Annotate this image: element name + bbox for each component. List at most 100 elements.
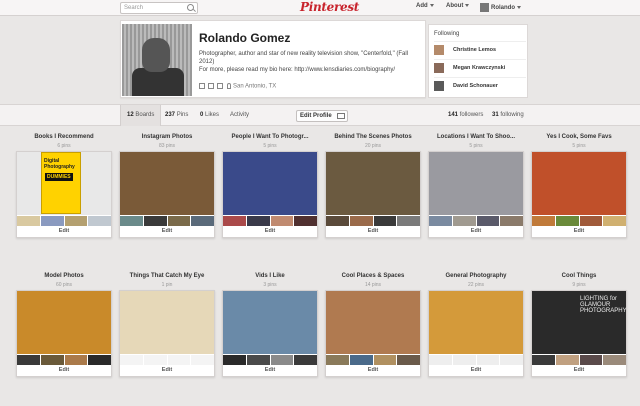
board-preview[interactable]: Edit: [222, 151, 318, 238]
board-thumbnail[interactable]: [120, 355, 143, 365]
board-preview[interactable]: Edit: [119, 290, 215, 377]
board-cover-image[interactable]: [326, 152, 420, 215]
board-thumbnail[interactable]: [429, 355, 452, 365]
board-thumbnail[interactable]: [223, 355, 246, 365]
board-cover-image[interactable]: [223, 291, 317, 354]
board-title[interactable]: Books I Recommend: [16, 134, 112, 140]
board-card[interactable]: Locations I Want To Shoo... 5 pins Edit: [428, 134, 524, 238]
board-title[interactable]: Vids I Like: [222, 273, 318, 279]
board-title[interactable]: Behind The Scenes Photos: [325, 134, 421, 140]
edit-board-button[interactable]: Edit: [429, 228, 523, 234]
board-thumbnail[interactable]: [500, 216, 523, 226]
board-thumbnail[interactable]: [532, 216, 555, 226]
board-thumbnail[interactable]: [349, 216, 373, 226]
board-thumbnail[interactable]: [476, 355, 500, 365]
board-title[interactable]: Cool Places & Spaces: [325, 273, 421, 279]
board-thumbnail[interactable]: [579, 216, 603, 226]
board-thumbnail[interactable]: [143, 216, 167, 226]
following-item[interactable]: Christine Lemos: [434, 41, 526, 55]
board-thumbnail[interactable]: [555, 216, 579, 226]
board-cover-image[interactable]: [429, 291, 523, 354]
board-thumbnail[interactable]: [64, 355, 88, 365]
board-thumbnail[interactable]: [532, 355, 555, 365]
board-thumbnail[interactable]: [120, 216, 143, 226]
board-card[interactable]: Things That Catch My Eye 1 pin Edit: [119, 273, 215, 377]
board-card[interactable]: Instagram Photos 83 pins Edit: [119, 134, 215, 238]
board-thumbnail[interactable]: [603, 216, 626, 226]
board-thumbnail[interactable]: [246, 216, 270, 226]
board-cover-image[interactable]: [120, 291, 214, 354]
board-thumbnail[interactable]: [294, 355, 317, 365]
board-thumbnail[interactable]: [603, 355, 626, 365]
board-thumbnail[interactable]: [373, 355, 397, 365]
board-preview[interactable]: LIGHTING for GLAMOUR PHOTOGRAPHY Edit: [531, 290, 627, 377]
board-card[interactable]: Vids I Like 3 pins Edit: [222, 273, 318, 377]
followers-link[interactable]: 141 followers: [448, 112, 483, 118]
board-thumbnail[interactable]: [429, 216, 452, 226]
edit-board-button[interactable]: Edit: [17, 228, 111, 234]
board-thumbnail[interactable]: [246, 355, 270, 365]
board-card[interactable]: Yes I Cook, Some Favs 5 pins Edit: [531, 134, 627, 238]
board-title[interactable]: Model Photos: [16, 273, 112, 279]
board-thumbnail[interactable]: [270, 216, 294, 226]
board-thumbnail[interactable]: [397, 355, 420, 365]
add-menu[interactable]: Add: [416, 3, 434, 9]
board-thumbnail[interactable]: [88, 216, 111, 226]
website-icon[interactable]: [217, 83, 223, 89]
edit-board-button[interactable]: Edit: [532, 228, 626, 234]
board-preview[interactable]: Edit: [119, 151, 215, 238]
board-cover-image[interactable]: [120, 152, 214, 215]
edit-board-button[interactable]: Edit: [223, 367, 317, 373]
user-menu[interactable]: Rolando: [480, 3, 521, 12]
board-thumbnail[interactable]: [579, 355, 603, 365]
board-thumbnail[interactable]: [223, 216, 246, 226]
tab-pins[interactable]: 237 Pins: [165, 112, 188, 118]
board-thumbnail[interactable]: [349, 355, 373, 365]
board-thumbnail[interactable]: [167, 355, 191, 365]
board-preview[interactable]: Digital Photography DUMMIES Edit: [16, 151, 112, 238]
edit-board-button[interactable]: Edit: [120, 228, 214, 234]
board-cover-image[interactable]: [223, 152, 317, 215]
facebook-icon[interactable]: [208, 83, 214, 89]
pinterest-logo[interactable]: Pinterest: [300, 0, 359, 14]
board-title[interactable]: Cool Things: [531, 273, 627, 279]
board-cover-image[interactable]: Digital Photography DUMMIES: [17, 152, 111, 215]
board-thumbnail[interactable]: [500, 355, 523, 365]
board-cover-image[interactable]: LIGHTING for GLAMOUR PHOTOGRAPHY: [532, 291, 627, 354]
about-menu[interactable]: About: [446, 3, 470, 9]
board-preview[interactable]: Edit: [222, 290, 318, 377]
following-item[interactable]: Megan Krawczynski: [434, 59, 526, 73]
board-thumbnail[interactable]: [143, 355, 167, 365]
board-thumbnail[interactable]: [17, 216, 40, 226]
tab-activity[interactable]: Activity: [230, 112, 249, 118]
board-title[interactable]: General Photography: [428, 273, 524, 279]
board-title[interactable]: Locations I Want To Shoo...: [428, 134, 524, 140]
board-thumbnail[interactable]: [167, 216, 191, 226]
board-thumbnail[interactable]: [452, 216, 476, 226]
search-icon[interactable]: [187, 4, 194, 11]
board-thumbnail[interactable]: [40, 216, 64, 226]
board-thumbnail[interactable]: [476, 216, 500, 226]
board-thumbnail[interactable]: [326, 216, 349, 226]
edit-board-button[interactable]: Edit: [326, 228, 420, 234]
board-title[interactable]: Instagram Photos: [119, 134, 215, 140]
board-thumbnail[interactable]: [88, 355, 111, 365]
twitter-icon[interactable]: [199, 83, 205, 89]
edit-board-button[interactable]: Edit: [223, 228, 317, 234]
board-thumbnail[interactable]: [270, 355, 294, 365]
board-card[interactable]: Cool Places & Spaces 14 pins Edit: [325, 273, 421, 377]
board-title[interactable]: People I Want To Photogr...: [222, 134, 318, 140]
board-preview[interactable]: Edit: [428, 151, 524, 238]
following-item[interactable]: David Schonauer: [434, 77, 526, 91]
edit-board-button[interactable]: Edit: [429, 367, 523, 373]
board-thumbnail[interactable]: [40, 355, 64, 365]
board-cover-image[interactable]: [429, 152, 523, 215]
edit-board-button[interactable]: Edit: [120, 367, 214, 373]
board-title[interactable]: Things That Catch My Eye: [119, 273, 215, 279]
board-thumbnail[interactable]: [397, 216, 420, 226]
board-thumbnail[interactable]: [64, 216, 88, 226]
edit-profile-button[interactable]: Edit Profile: [296, 110, 348, 122]
board-preview[interactable]: Edit: [325, 290, 421, 377]
board-preview[interactable]: Edit: [531, 151, 627, 238]
board-card[interactable]: Model Photos 60 pins Edit: [16, 273, 112, 377]
